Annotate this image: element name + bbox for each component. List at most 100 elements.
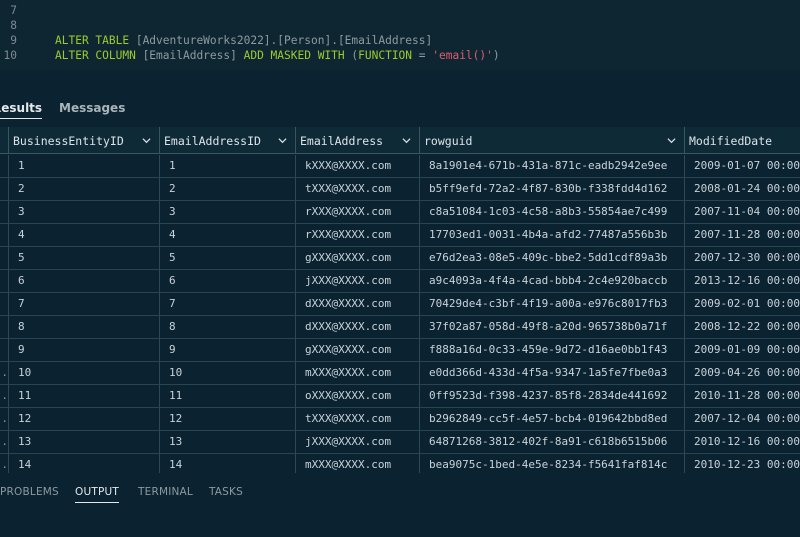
cell-businessentityid[interactable]: 2 bbox=[9, 178, 160, 200]
row-number-cell[interactable]: . bbox=[0, 431, 9, 453]
column-header-rowguid[interactable]: rowguid bbox=[420, 127, 685, 154]
cell-businessentityid[interactable]: 1 bbox=[9, 155, 160, 177]
row-number-cell[interactable] bbox=[0, 293, 9, 315]
cell-modifieddate[interactable]: 2008-01-24 00:00 bbox=[685, 178, 800, 200]
cell-rowguid[interactable]: 0ff9523d-f398-4237-85f8-2834de441692 bbox=[420, 385, 685, 407]
cell-modifieddate[interactable]: 2007-11-28 00:00 bbox=[685, 224, 800, 246]
cell-businessentityid[interactable]: 10 bbox=[9, 362, 160, 384]
table-row[interactable]: 7 7 dXXX@XXXX.com 70429de4-c3bf-4f19-a00a-e… bbox=[0, 293, 800, 316]
cell-businessentityid[interactable]: 14 bbox=[9, 454, 160, 473]
tab-messages[interactable]: Messages bbox=[59, 101, 125, 115]
cell-emailaddress[interactable]: dXXX@XXXX.com bbox=[296, 293, 420, 315]
table-row[interactable]: 3 3 rXXX@XXXX.com c8a51084-1c03-4c58-a8b3-5… bbox=[0, 201, 800, 224]
cell-emailaddress[interactable]: gXXX@XXXX.com bbox=[296, 339, 420, 361]
cell-rowguid[interactable]: a9c4093a-4f4a-4cad-bbb4-2c4e920baccb bbox=[420, 270, 685, 292]
cell-businessentityid[interactable]: 3 bbox=[9, 201, 160, 223]
cell-modifieddate[interactable]: 2007-11-04 00:00 bbox=[685, 201, 800, 223]
row-number-cell[interactable]: . bbox=[0, 362, 9, 384]
cell-rowguid[interactable]: 17703ed1-0031-4b4a-afd2-77487a556b3b bbox=[420, 224, 685, 246]
table-row[interactable]: . 13 13 jXXX@XXXX.com 64871268-3812-402f-8a9… bbox=[0, 431, 800, 454]
cell-emailaddress[interactable]: jXXX@XXXX.com bbox=[296, 270, 420, 292]
row-number-cell[interactable] bbox=[0, 178, 9, 200]
cell-modifieddate[interactable]: 2008-12-22 00:00 bbox=[685, 316, 800, 338]
table-row[interactable]: 5 5 gXXX@XXXX.com e76d2ea3-08e5-409c-bbe2-5… bbox=[0, 247, 800, 270]
cell-emailaddress[interactable]: oXXX@XXXX.com bbox=[296, 385, 420, 407]
cell-rowguid[interactable]: f888a16d-0c33-459e-9d72-d16ae0bb1f43 bbox=[420, 339, 685, 361]
table-row[interactable]: 8 8 dXXX@XXXX.com 37f02a87-058d-49f8-a20d-9… bbox=[0, 316, 800, 339]
cell-businessentityid[interactable]: 13 bbox=[9, 431, 160, 453]
table-row[interactable]: 9 9 gXXX@XXXX.com f888a16d-0c33-459e-9d72-d… bbox=[0, 339, 800, 362]
cell-emailaddress[interactable]: tXXX@XXXX.com bbox=[296, 408, 420, 430]
cell-emailaddress[interactable]: mXXX@XXXX.com bbox=[296, 362, 420, 384]
tab-output[interactable]: OUTPUT bbox=[75, 486, 119, 503]
cell-emailaddressid[interactable]: 7 bbox=[160, 293, 296, 315]
cell-rowguid[interactable]: bea9075c-1bed-4e5e-8234-f5641faf814c bbox=[420, 454, 685, 473]
results-grid[interactable]: BusinessEntityID EmailAddressID EmailAddre… bbox=[0, 127, 800, 473]
cell-emailaddressid[interactable]: 12 bbox=[160, 408, 296, 430]
cell-emailaddress[interactable]: rXXX@XXXX.com bbox=[296, 201, 420, 223]
cell-emailaddressid[interactable]: 5 bbox=[160, 247, 296, 269]
tab-terminal[interactable]: TERMINAL bbox=[138, 486, 193, 498]
row-number-cell[interactable] bbox=[0, 224, 9, 246]
table-row[interactable]: 1 1 kXXX@XXXX.com 8a1901e4-671b-431a-871c-e… bbox=[0, 155, 800, 178]
cell-businessentityid[interactable]: 9 bbox=[9, 339, 160, 361]
cell-businessentityid[interactable]: 11 bbox=[9, 385, 160, 407]
cell-rowguid[interactable]: 8a1901e4-671b-431a-871c-eadb2942e9ee bbox=[420, 155, 685, 177]
cell-modifieddate[interactable]: 2013-12-16 00:00 bbox=[685, 270, 800, 292]
cell-modifieddate[interactable]: 2010-11-28 00:00 bbox=[685, 385, 800, 407]
chevron-down-icon[interactable] bbox=[142, 136, 151, 145]
column-header-businessentityid[interactable]: BusinessEntityID bbox=[9, 127, 160, 154]
row-number-cell[interactable] bbox=[0, 247, 9, 269]
cell-businessentityid[interactable]: 7 bbox=[9, 293, 160, 315]
cell-emailaddressid[interactable]: 4 bbox=[160, 224, 296, 246]
cell-rowguid[interactable]: 64871268-3812-402f-8a91-c618b6515b06 bbox=[420, 431, 685, 453]
cell-businessentityid[interactable]: 4 bbox=[9, 224, 160, 246]
cell-modifieddate[interactable]: 2007-12-04 00:00 bbox=[685, 408, 800, 430]
cell-rowguid[interactable]: e76d2ea3-08e5-409c-bbe2-5dd1cdf89a3b bbox=[420, 247, 685, 269]
cell-emailaddressid[interactable]: 3 bbox=[160, 201, 296, 223]
table-row[interactable]: . 14 14 mXXX@XXXX.com bea9075c-1bed-4e5e-823… bbox=[0, 454, 800, 473]
cell-businessentityid[interactable]: 5 bbox=[9, 247, 160, 269]
tab-results[interactable]: Results bbox=[0, 101, 43, 119]
cell-emailaddress[interactable]: dXXX@XXXX.com bbox=[296, 316, 420, 338]
tab-problems[interactable]: PROBLEMS bbox=[0, 486, 59, 498]
cell-modifieddate[interactable]: 2009-02-01 00:00 bbox=[685, 293, 800, 315]
row-number-cell[interactable] bbox=[0, 270, 9, 292]
cell-rowguid[interactable]: b5ff9efd-72a2-4f87-830b-f338fdd4d162 bbox=[420, 178, 685, 200]
row-number-cell[interactable]: . bbox=[0, 408, 9, 430]
cell-emailaddress[interactable]: jXXX@XXXX.com bbox=[296, 431, 420, 453]
column-header-emailaddressid[interactable]: EmailAddressID bbox=[160, 127, 296, 154]
row-number-cell[interactable] bbox=[0, 155, 9, 177]
cell-emailaddressid[interactable]: 10 bbox=[160, 362, 296, 384]
row-number-cell[interactable] bbox=[0, 201, 9, 223]
cell-rowguid[interactable]: 37f02a87-058d-49f8-a20d-965738b0a71f bbox=[420, 316, 685, 338]
cell-modifieddate[interactable]: 2010-12-16 00:00 bbox=[685, 431, 800, 453]
cell-emailaddressid[interactable]: 6 bbox=[160, 270, 296, 292]
cell-emailaddress[interactable]: tXXX@XXXX.com bbox=[296, 178, 420, 200]
column-header-modifieddate[interactable]: ModifiedDate bbox=[685, 127, 800, 154]
cell-modifieddate[interactable]: 2009-01-09 00:00 bbox=[685, 339, 800, 361]
cell-emailaddressid[interactable]: 14 bbox=[160, 454, 296, 473]
cell-emailaddressid[interactable]: 1 bbox=[160, 155, 296, 177]
column-header-emailaddress[interactable]: EmailAddress bbox=[296, 127, 420, 154]
cell-modifieddate[interactable]: 2007-12-30 00:00 bbox=[685, 247, 800, 269]
row-number-cell[interactable]: . bbox=[0, 385, 9, 407]
row-number-cell[interactable] bbox=[0, 339, 9, 361]
table-row[interactable]: 6 6 jXXX@XXXX.com a9c4093a-4f4a-4cad-bbb4-2… bbox=[0, 270, 800, 293]
table-row[interactable]: . 10 10 mXXX@XXXX.com e0dd366d-433d-4f5a-934… bbox=[0, 362, 800, 385]
cell-businessentityid[interactable]: 12 bbox=[9, 408, 160, 430]
cell-emailaddressid[interactable]: 13 bbox=[160, 431, 296, 453]
cell-emailaddress[interactable]: rXXX@XXXX.com bbox=[296, 224, 420, 246]
cell-emailaddress[interactable]: kXXX@XXXX.com bbox=[296, 155, 420, 177]
table-row[interactable]: 4 4 rXXX@XXXX.com 17703ed1-0031-4b4a-afd2-7… bbox=[0, 224, 800, 247]
cell-emailaddressid[interactable]: 8 bbox=[160, 316, 296, 338]
tab-tasks[interactable]: TASKS bbox=[209, 486, 243, 498]
table-row[interactable]: . 11 11 oXXX@XXXX.com 0ff9523d-f398-4237-85f… bbox=[0, 385, 800, 408]
table-row[interactable]: 2 2 tXXX@XXXX.com b5ff9efd-72a2-4f87-830b-f… bbox=[0, 178, 800, 201]
cell-emailaddressid[interactable]: 2 bbox=[160, 178, 296, 200]
chevron-down-icon[interactable] bbox=[667, 136, 676, 145]
cell-emailaddress[interactable]: gXXX@XXXX.com bbox=[296, 247, 420, 269]
cell-rowguid[interactable]: c8a51084-1c03-4c58-a8b3-55854ae7c499 bbox=[420, 201, 685, 223]
chevron-down-icon[interactable] bbox=[402, 136, 411, 145]
sql-editor[interactable]: 7 8 9 ALTER TABLE [AdventureWorks2022].[… bbox=[0, 0, 800, 70]
